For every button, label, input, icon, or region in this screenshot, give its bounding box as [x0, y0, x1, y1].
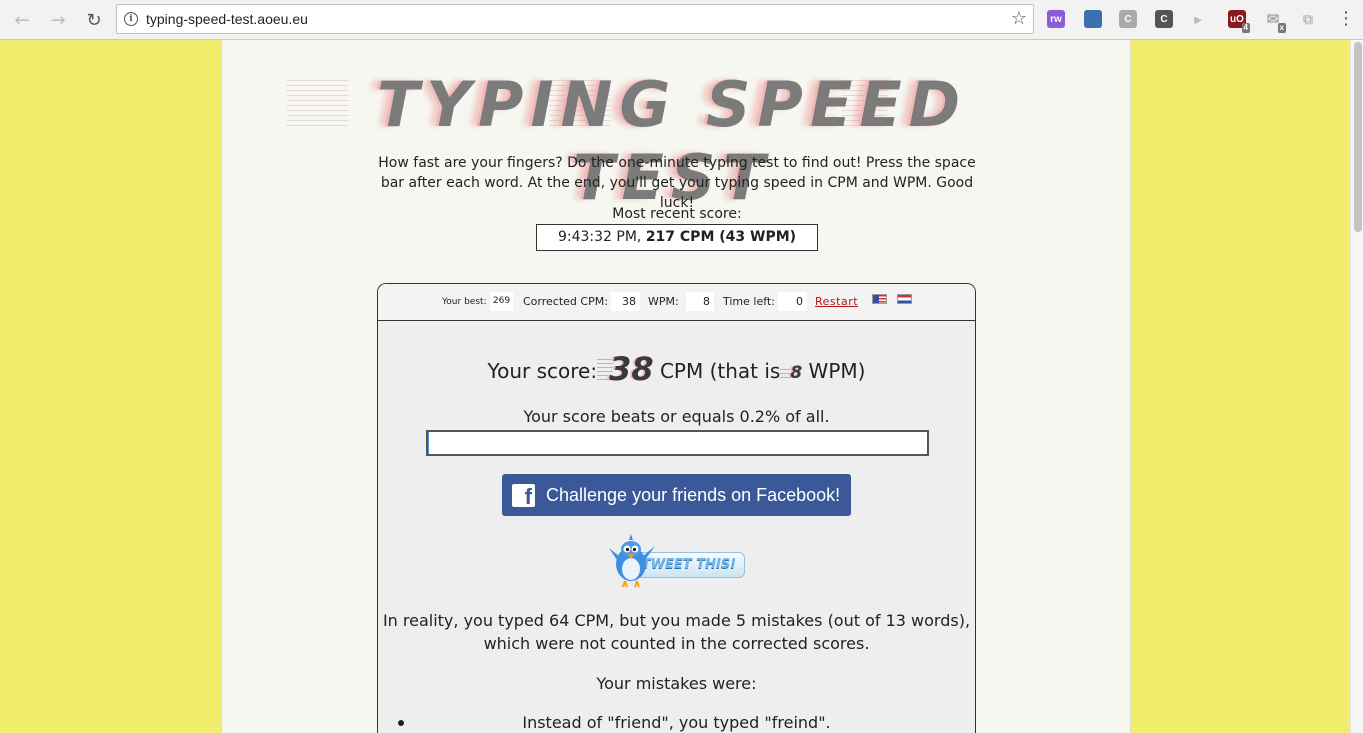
beats-progress-bar [426, 430, 929, 456]
rw-extension-icon[interactable]: rw [1047, 10, 1065, 28]
facebook-challenge-button[interactable]: f Challenge your friends on Facebook! [502, 474, 851, 516]
mail-extension-icon[interactable]: ✉ x [1264, 10, 1286, 33]
tweet-this-button[interactable]: TWEET THIS! [607, 534, 747, 590]
score-wpm: 8 [780, 363, 803, 383]
score-line: Your score: 38 CPM (that is 8 WPM) [378, 350, 975, 388]
main-page: TYPING SPEED TEST How fast are your fing… [221, 40, 1131, 733]
reality-text: In reality, you typed 64 CPM, but you ma… [382, 611, 971, 653]
c-dark-extension-icon[interactable]: C [1155, 10, 1173, 28]
best-label: Your best: [442, 297, 487, 307]
mistake-item: Instead of "friend", you typed "freind". [522, 713, 831, 732]
address-bar[interactable]: i typing-speed-test.aoeu.eu ☆ [116, 4, 1034, 34]
browser-menu-icon[interactable]: ⋮ [1337, 8, 1355, 29]
megaphone-extension-icon[interactable]: ▸ [1189, 10, 1207, 28]
window-extension-icon[interactable] [1084, 10, 1102, 28]
time-left-value: 0 [778, 292, 807, 311]
ublock-extension-icon[interactable]: uO 4 [1228, 10, 1250, 33]
recent-score-time: 9:43:32 PM, [557, 229, 642, 245]
facebook-button-label: Challenge your friends on Facebook! [546, 485, 841, 505]
twitter-bird-icon [609, 534, 655, 588]
recent-score-value: 217 CPM (43 WPM) [645, 229, 797, 245]
bookmark-star-icon[interactable]: ☆ [1011, 8, 1027, 29]
stats-bar: Your best: 269 Corrected CPM: 38 WPM: 8 … [378, 284, 975, 321]
time-left-label: Time left: [723, 295, 775, 308]
wpm-label: WPM: [648, 295, 679, 308]
site-info-icon[interactable]: i [124, 12, 138, 26]
best-value: 269 [490, 292, 513, 311]
back-icon[interactable]: ← [10, 8, 34, 32]
page-scrollbar[interactable] [1350, 40, 1363, 733]
corrected-cpm-value: 38 [611, 292, 640, 311]
recent-score-box: 9:43:32 PM, 217 CPM (43 WPM) [536, 224, 818, 251]
beats-progress-fill [428, 432, 429, 454]
browser-toolbar: ← → ↻ i typing-speed-test.aoeu.eu ☆ rw C… [0, 0, 1363, 40]
score-suffix: WPM) [808, 359, 866, 383]
test-panel: Your best: 269 Corrected CPM: 38 WPM: 8 … [377, 283, 976, 733]
mistakes-label: Your mistakes were: [596, 674, 757, 693]
c-extension-icon[interactable]: C [1119, 10, 1137, 28]
beats-text: Your score beats or equals 0.2% of all. [523, 407, 830, 426]
url-text[interactable]: typing-speed-test.aoeu.eu [146, 11, 308, 27]
restart-link[interactable]: Restart [815, 295, 858, 308]
score-mid: CPM (that is [659, 359, 781, 383]
copy-extension-icon[interactable]: ⧉ [1299, 10, 1317, 28]
corrected-cpm-label: Corrected CPM: [523, 295, 608, 308]
scrollbar-thumb[interactable] [1354, 42, 1362, 232]
forward-icon[interactable]: → [46, 8, 70, 32]
us-flag-icon[interactable] [872, 294, 887, 304]
site-logo: TYPING SPEED TEST [287, 68, 1057, 214]
reload-icon[interactable]: ↻ [82, 8, 106, 32]
wpm-value: 8 [686, 292, 714, 311]
nl-flag-icon[interactable] [897, 294, 912, 304]
intro-text: How fast are your fingers? Do the one-mi… [378, 155, 976, 211]
recent-score-label: Most recent score: [612, 206, 742, 222]
facebook-icon: f [512, 484, 535, 509]
score-cpm: 38 [597, 350, 654, 388]
score-prefix: Your score: [487, 359, 598, 383]
